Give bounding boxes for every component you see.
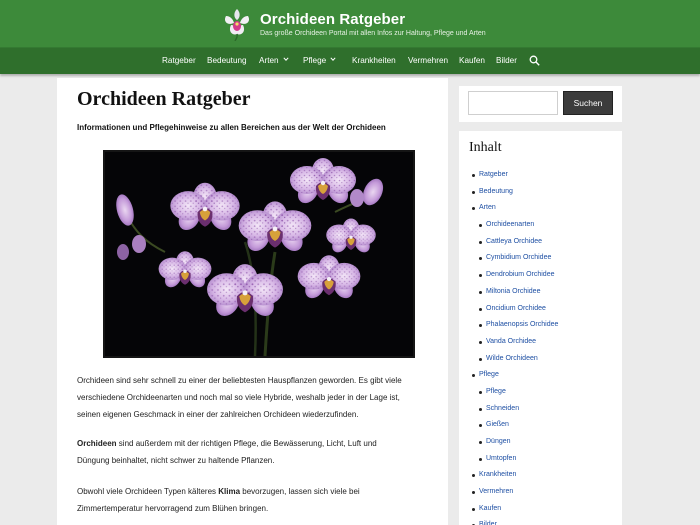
nav-item-krankheiten[interactable]: Krankheiten <box>352 48 396 74</box>
toc-title: Inhalt <box>469 140 502 155</box>
nav-item-kaufen[interactable]: Kaufen <box>459 48 485 74</box>
lead-text: Informationen und Pflegehinweise zu alle… <box>77 123 386 132</box>
toc-link-gießen[interactable]: Gießen <box>459 417 622 434</box>
toc-link-orchideenarten[interactable]: Orchideenarten <box>459 217 622 234</box>
toc-link-bedeutung[interactable]: Bedeutung <box>459 184 622 201</box>
nav-item-ratgeber[interactable]: Ratgeber <box>162 48 196 74</box>
nav-item-bilder[interactable]: Bilder <box>496 48 517 74</box>
bold-keyword: Klima <box>218 487 241 496</box>
nav-item-label: Ratgeber <box>162 56 196 65</box>
site-description: Das große Orchideen Portal mit allen Inf… <box>260 30 486 37</box>
toc-link-bilder[interactable]: Bilder <box>459 517 622 525</box>
toc-list: Ratgeber Bedeutung Arten Orchideenarten Catt… <box>459 167 622 525</box>
purple-orchid-photo <box>105 152 413 356</box>
nav-item-pflege[interactable]: Pflege <box>303 48 336 74</box>
search-button[interactable]: Suchen <box>563 91 613 115</box>
toc-link-dendrobium-orchidee[interactable]: Dendrobium Orchidee <box>459 267 622 284</box>
toc-link-umtopfen[interactable]: Umtopfen <box>459 451 622 468</box>
toc-link-kaufen[interactable]: Kaufen <box>459 501 622 518</box>
sidebar-search-widget: Suchen <box>459 86 622 122</box>
nav-item-label: Arten <box>259 56 279 65</box>
chevron-down-icon <box>283 57 289 61</box>
paragraph-line: seinen eigenen Geschmack in einer der za… <box>77 410 359 419</box>
paragraph-line: sind außerdem mit der richtigen Pflege, … <box>116 439 377 448</box>
toc-link-vanda-orchidee[interactable]: Vanda Orchidee <box>459 334 622 351</box>
toc-link-cymbidium-orchidee[interactable]: Cymbidium Orchidee <box>459 250 622 267</box>
orchid-logo-icon[interactable] <box>221 7 253 41</box>
toc-link-oncidium-orchidee[interactable]: Oncidium Orchidee <box>459 301 622 318</box>
page-title: Orchideen Ratgeber <box>77 88 251 110</box>
main-content: Orchideen Ratgeber Informationen und Pfl… <box>57 78 448 525</box>
search-input[interactable] <box>468 91 558 115</box>
toc-link-cattleya-orchidee[interactable]: Cattleya Orchidee <box>459 234 622 251</box>
nav-menu: Ratgeber Bedeutung Arten Pflege Krankhei… <box>0 48 700 74</box>
site-title[interactable]: Orchideen Ratgeber <box>260 11 405 28</box>
paragraph-line: Orchideen sind sehr schnell zu einer der… <box>77 376 402 385</box>
main-navigation: Ratgeber Bedeutung Arten Pflege Krankhei… <box>0 48 700 74</box>
bold-keyword: Orchideen <box>77 439 117 448</box>
toc-link-pflege[interactable]: Pflege <box>459 367 622 384</box>
toc-link-phalaenopsis-orchidee[interactable]: Phalaenopsis Orchidee <box>459 317 622 334</box>
toc-link-wilde-orchideen[interactable]: Wilde Orchideen <box>459 351 622 368</box>
nav-item-label: Krankheiten <box>352 56 396 65</box>
climate-paragraph: Obwohl viele Orchideen Typen kälteres Kl… <box>77 483 437 517</box>
site-header: Orchideen Ratgeber Das große Orchideen P… <box>0 0 700 48</box>
nav-item-label: Bedeutung <box>207 56 247 65</box>
paragraph-line: Zimmertemperatur hervorragend zum Blühen… <box>77 504 269 513</box>
table-of-contents: Inhalt Ratgeber Bedeutung Arten Orchideenar… <box>459 131 622 525</box>
toc-link-vermehren[interactable]: Vermehren <box>459 484 622 501</box>
chevron-down-icon <box>330 57 336 61</box>
paragraph-line: verschiedene Orchideenarten und noch mal… <box>77 393 400 402</box>
toc-link-pflege[interactable]: Pflege <box>459 384 622 401</box>
toc-link-arten[interactable]: Arten <box>459 200 622 217</box>
nav-item-label: Bilder <box>496 56 517 65</box>
orchid-hero-image <box>103 150 415 358</box>
toc-link-miltonia-orchidee[interactable]: Miltonia Orchidee <box>459 284 622 301</box>
intro-paragraph: Orchideen sind sehr schnell zu einer der… <box>77 372 437 423</box>
nav-item-label: Vermehren <box>408 56 449 65</box>
nav-item-bedeutung[interactable]: Bedeutung <box>207 48 247 74</box>
nav-item-arten[interactable]: Arten <box>259 48 289 74</box>
paragraph-line: Obwohl viele Orchideen Typen kälteres <box>77 487 219 496</box>
search-icon[interactable] <box>529 55 540 66</box>
paragraph-line: Düngung beinhaltet, nicht schwer zu halt… <box>77 456 275 465</box>
nav-item-vermehren[interactable]: Vermehren <box>408 48 448 74</box>
nav-item-label: Kaufen <box>459 56 485 65</box>
toc-link-krankheiten[interactable]: Krankheiten <box>459 467 622 484</box>
toc-link-düngen[interactable]: Düngen <box>459 434 622 451</box>
nav-item-label: Pflege <box>303 56 327 65</box>
toc-link-schneiden[interactable]: Schneiden <box>459 401 622 418</box>
toc-link-ratgeber[interactable]: Ratgeber <box>459 167 622 184</box>
care-paragraph: Orchideen sind außerdem mit der richtige… <box>77 435 437 469</box>
paragraph-line: bevorzugen, lassen sich viele bei <box>240 487 360 496</box>
